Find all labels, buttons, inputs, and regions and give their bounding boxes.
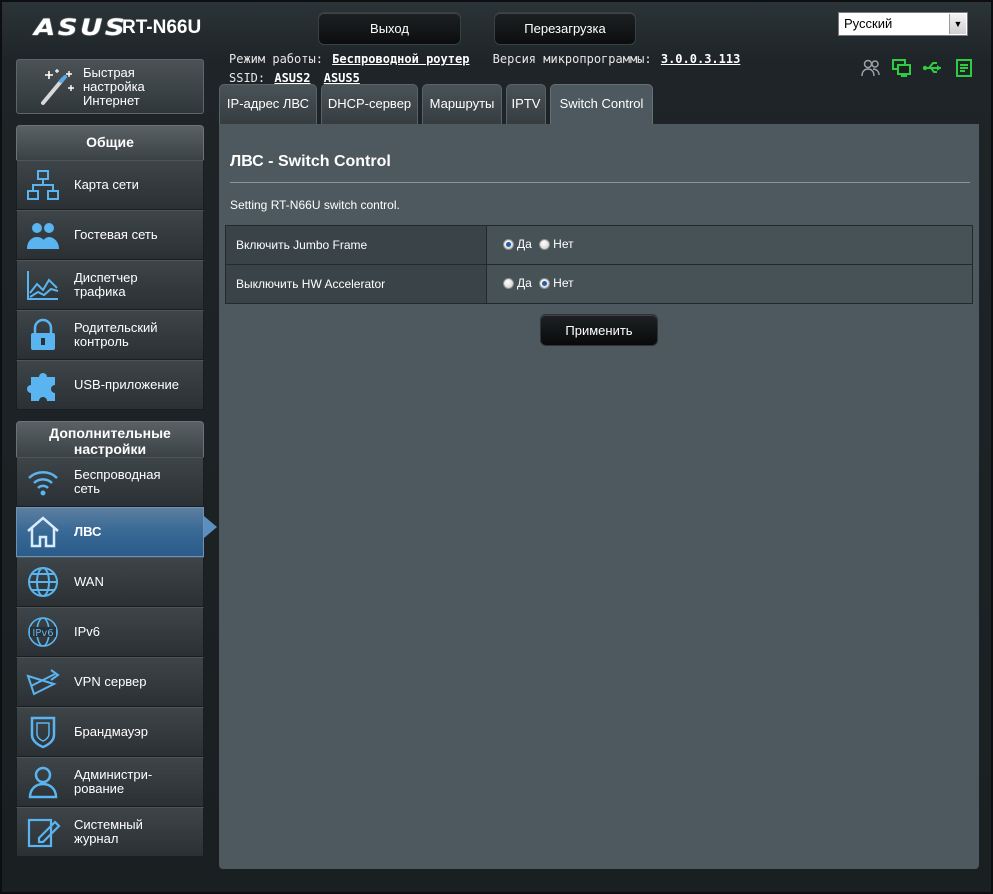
- ssid-link-2[interactable]: ASUS5: [324, 71, 360, 85]
- quick-setup-label: Быстрая настройка Интернет: [83, 64, 145, 108]
- settings-table: Включить Jumbo Frame Да Нет Выключить HW…: [225, 225, 973, 304]
- setting-row-jumbo-frame: Включить Jumbo Frame Да Нет: [225, 225, 973, 265]
- sidebar-item-firewall[interactable]: Брандмауэр: [16, 707, 204, 757]
- setting-row-hw-accelerator: Выключить HW Accelerator Да Нет: [225, 264, 973, 304]
- page-description: Setting RT-N66U switch control.: [230, 198, 400, 212]
- page-title: ЛВС - Switch Control: [230, 153, 391, 170]
- jumbo-frame-no-radio[interactable]: Нет: [539, 237, 574, 252]
- home-icon: [27, 516, 59, 548]
- mode-link[interactable]: Беспроводной роутер: [332, 52, 469, 66]
- brand-logo-text: ASUS: [34, 15, 128, 41]
- router-model: RT-N66U: [122, 17, 202, 38]
- jumbo-frame-yes-radio[interactable]: Да: [503, 237, 532, 251]
- active-item-pointer: [204, 516, 217, 538]
- radio-label: Нет: [553, 237, 574, 252]
- general-section-header: Общие: [16, 125, 204, 160]
- reboot-button[interactable]: Перезагрузка: [494, 12, 636, 45]
- lan-status-icon[interactable]: [891, 58, 913, 78]
- log-edit-icon: [27, 818, 61, 848]
- wifi-icon: [28, 471, 58, 496]
- sidebar-item-label: WAN: [74, 574, 104, 589]
- sidebar-item-wan[interactable]: WAN: [16, 557, 204, 607]
- shield-icon: [30, 716, 56, 749]
- sidebar-item-label: IPv6: [74, 624, 101, 639]
- title-divider: [230, 182, 970, 183]
- globe-icon: [28, 567, 58, 597]
- radio-button[interactable]: [539, 277, 551, 289]
- apply-button[interactable]: Применить: [540, 314, 658, 346]
- mode-label: Режим работы:: [229, 52, 323, 66]
- asus-logo: ASUS RT-N66U: [34, 16, 201, 41]
- sidebar-item-system-log[interactable]: Системный журнал: [16, 807, 204, 857]
- tab-iptv[interactable]: IPTV: [506, 84, 546, 124]
- sidebar-item-label: Карта сети: [74, 177, 139, 192]
- language-value: Русский: [844, 16, 893, 31]
- sidebar-item-label: Гостевая сеть: [74, 227, 158, 242]
- sidebar-item-label: USB-приложение: [74, 377, 180, 392]
- printer-icon[interactable]: [953, 58, 975, 78]
- sidebar-item-label: Системный журнал: [74, 817, 143, 846]
- hw-accelerator-yes-radio[interactable]: Да: [503, 276, 532, 290]
- radio-button[interactable]: [539, 238, 551, 250]
- admin-user-icon: [28, 766, 58, 799]
- firmware-link[interactable]: 3.0.0.3.113: [661, 52, 740, 66]
- radio-label: Нет: [553, 276, 574, 291]
- ssid-label: SSID:: [229, 71, 266, 85]
- hw-accelerator-no-radio[interactable]: Нет: [539, 276, 574, 291]
- sidebar-item-label: ЛВС: [74, 524, 102, 539]
- sidebar-item-usb-application[interactable]: USB-приложение: [16, 360, 204, 410]
- sidebar-item-network-map[interactable]: Карта сети: [16, 160, 204, 210]
- sidebar-item-label: Диспетчер трафика: [74, 270, 138, 299]
- sidebar-item-guest-network[interactable]: Гостевая сеть: [16, 210, 204, 260]
- logout-button[interactable]: Выход: [318, 12, 461, 45]
- network-map-icon: [27, 170, 59, 200]
- sidebar-item-label: Администри-рование: [74, 767, 153, 796]
- sidebar-item-label: Родительский контроль: [74, 320, 158, 349]
- sidebar-item-parental-control[interactable]: Родительский контроль: [16, 310, 204, 360]
- radio-button[interactable]: [503, 238, 514, 250]
- sidebar-item-label: Брандмауэр: [74, 724, 148, 739]
- content-panel: ЛВС - Switch Control Setting RT-N66U swi…: [219, 124, 979, 869]
- guest-network-icon: [27, 223, 59, 249]
- tab-lan-ip[interactable]: IP-адрес ЛВС: [219, 84, 317, 124]
- magic-wand-icon: [41, 68, 74, 105]
- app-frame: ASUS RT-N66U Выход Перезагрузка Русский …: [0, 0, 993, 894]
- sidebar-item-lan[interactable]: ЛВС: [16, 507, 204, 557]
- sidebar-item-wireless[interactable]: Беспроводная сеть: [16, 457, 204, 507]
- puzzle-icon: [27, 373, 55, 401]
- sidebar-item-vpn-server[interactable]: VPN сервер: [16, 657, 204, 707]
- traffic-manager-icon: [27, 271, 59, 300]
- status-info: Режим работы: Беспроводной роутер Версия…: [229, 50, 740, 88]
- ssid-link-1[interactable]: ASUS2: [274, 71, 310, 85]
- svg-text:IPv6: IPv6: [32, 628, 53, 639]
- radio-label: Да: [517, 276, 532, 291]
- sidebar-item-traffic-manager[interactable]: Диспетчер трафика: [16, 260, 204, 310]
- quick-internet-setup-button[interactable]: Быстрая настройка Интернет: [16, 59, 204, 114]
- clients-icon[interactable]: [860, 58, 882, 78]
- tab-dhcp-server[interactable]: DHCP-сервер: [321, 84, 418, 124]
- setting-label: Включить Jumbo Frame: [225, 225, 487, 265]
- language-select[interactable]: Русский ▼: [838, 12, 968, 36]
- radio-button[interactable]: [503, 277, 514, 289]
- chevron-down-icon[interactable]: ▼: [949, 14, 966, 34]
- vpn-icon: [26, 669, 60, 696]
- status-icons: [860, 58, 975, 78]
- radio-label: Да: [517, 237, 532, 252]
- setting-value: Да Нет: [486, 264, 973, 304]
- setting-label: Выключить HW Accelerator: [225, 264, 487, 304]
- firmware-label: Версия микропрограммы:: [492, 52, 652, 66]
- sidebar-item-label: Беспроводная сеть: [74, 467, 161, 496]
- ipv6-globe-icon: IPv6: [28, 617, 58, 647]
- sidebar-item-ipv6[interactable]: IPv6 IPv6: [16, 607, 204, 657]
- tab-routes[interactable]: Маршруты: [422, 84, 502, 124]
- setting-value: Да Нет: [486, 225, 973, 265]
- advanced-section-header: Дополнительные настройки: [16, 421, 204, 457]
- tab-switch-control[interactable]: Switch Control: [550, 84, 653, 125]
- sidebar-item-label: VPN сервер: [74, 674, 147, 689]
- lock-icon: [31, 318, 55, 350]
- sidebar-item-administration[interactable]: Администри-рование: [16, 757, 204, 807]
- usb-icon[interactable]: [922, 58, 944, 78]
